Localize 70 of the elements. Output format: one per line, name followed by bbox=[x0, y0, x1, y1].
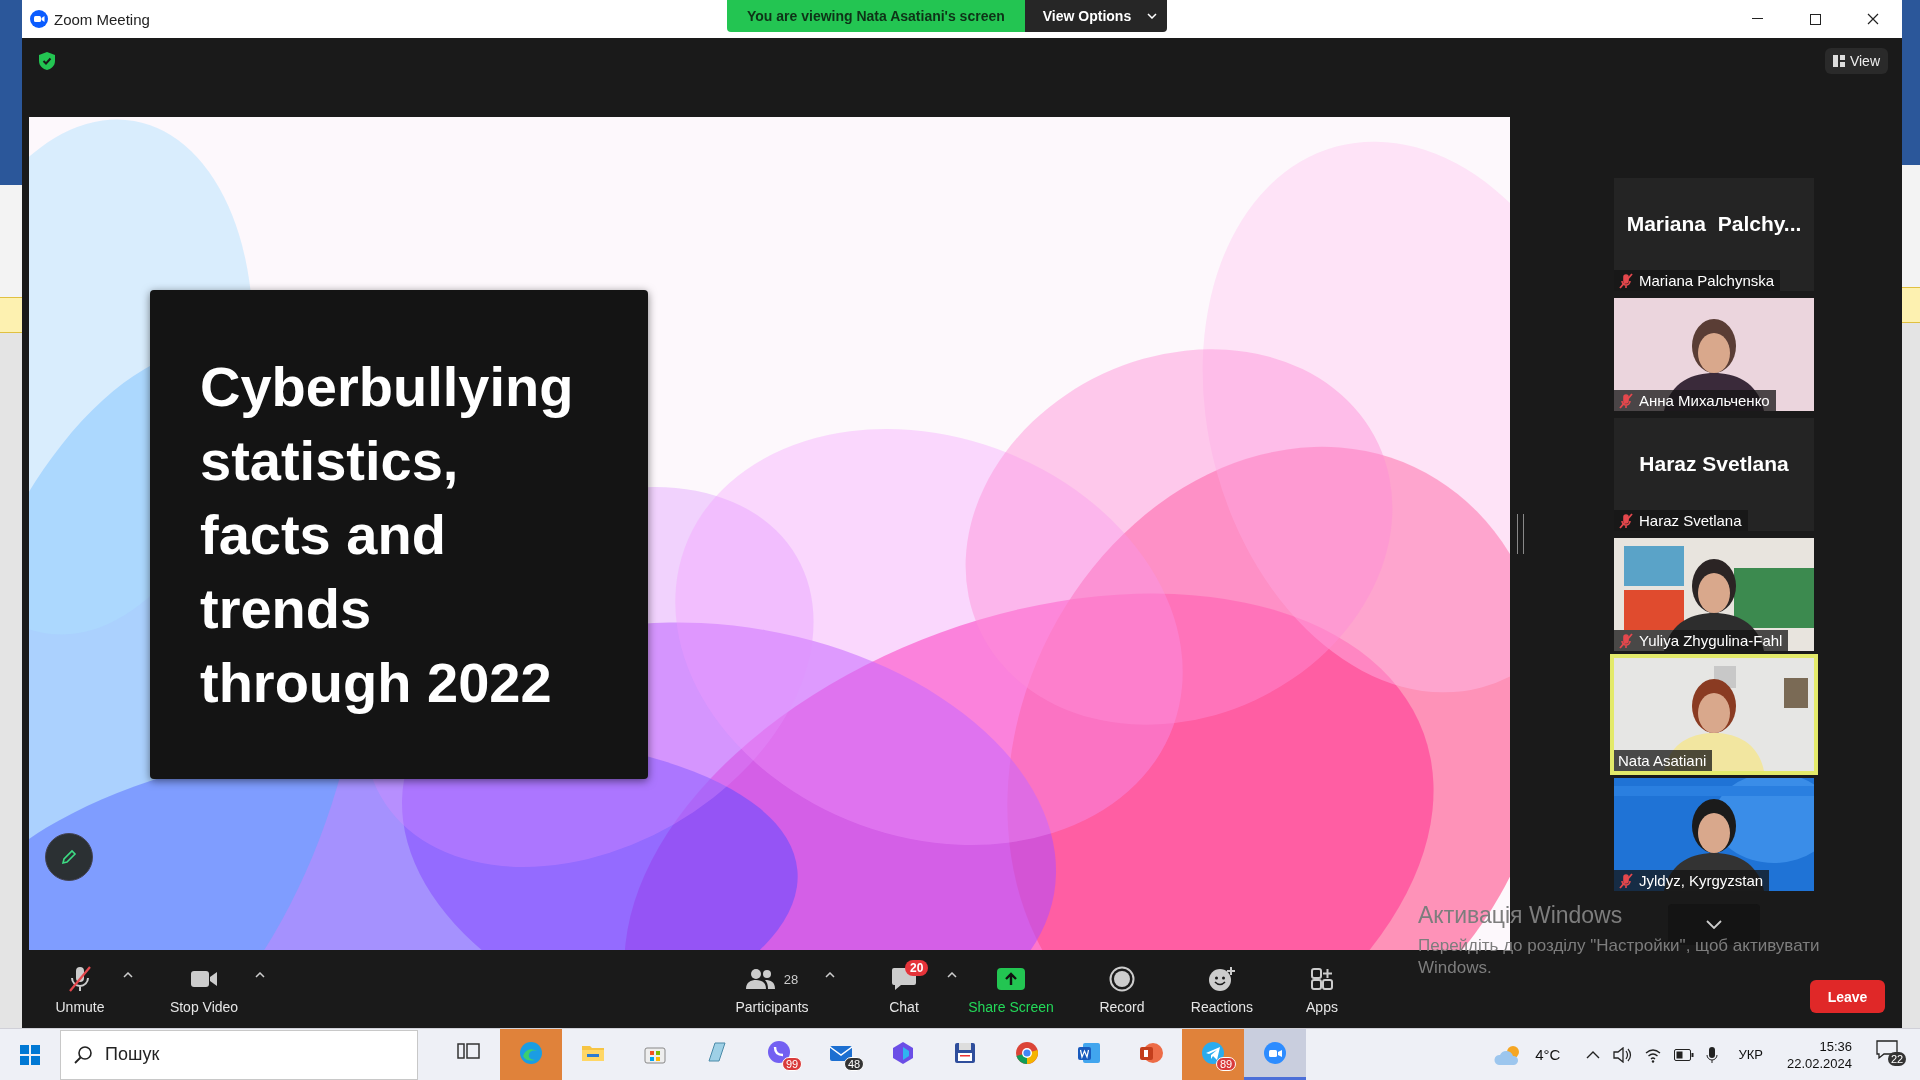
notifications-button[interactable]: 22 bbox=[1876, 1037, 1910, 1072]
screen-share-banner: You are viewing Nata Asatiani's screen bbox=[727, 0, 1025, 32]
app-logo-icon bbox=[30, 10, 48, 28]
view-button[interactable]: View bbox=[1824, 48, 1888, 74]
video-tile[interactable]: Mariana Palchy... Mariana Palchynska bbox=[1614, 178, 1814, 291]
share-screen-icon bbox=[997, 968, 1025, 990]
video-tile[interactable]: Haraz Svetlana Haraz Svetlana bbox=[1614, 418, 1814, 531]
toolbar-button[interactable]: Share Screen bbox=[956, 964, 1066, 1015]
caret-up-icon bbox=[947, 972, 957, 978]
swirl-icon bbox=[517, 1039, 545, 1067]
resize-handle[interactable] bbox=[1517, 513, 1524, 554]
caret-up-icon bbox=[825, 972, 835, 978]
participant-name: Yuliya Zhygulina-Fahl bbox=[1639, 632, 1783, 649]
search-icon bbox=[74, 1045, 92, 1064]
people-icon bbox=[745, 968, 776, 990]
toolbar-button[interactable]: 28 Participants bbox=[722, 964, 822, 1015]
toolbar-button[interactable]: Unmute bbox=[40, 964, 120, 1015]
smiley-icon bbox=[1208, 966, 1236, 992]
taskbar-button[interactable]: 48 bbox=[810, 1029, 872, 1080]
chevron-down-icon bbox=[1147, 13, 1158, 19]
grid-layout-icon bbox=[1832, 55, 1845, 67]
participant-count: 28 bbox=[783, 971, 799, 987]
participant-name: Mariana Palchynska bbox=[1639, 272, 1775, 289]
speaker-icon bbox=[1612, 1046, 1633, 1063]
taskbar-button[interactable] bbox=[1244, 1029, 1306, 1080]
battery-icon bbox=[1674, 1048, 1695, 1061]
video-camera-icon bbox=[190, 969, 218, 989]
view-options-button[interactable]: View Options bbox=[1024, 0, 1168, 32]
record-icon bbox=[1109, 966, 1135, 992]
toolbar-button[interactable]: Apps bbox=[1272, 964, 1372, 1015]
participant-name: Nata Asatiani bbox=[1618, 752, 1707, 769]
search-field[interactable]: Пошук bbox=[60, 1029, 418, 1080]
notification-badge: 48 bbox=[844, 1057, 865, 1071]
maximize-icon bbox=[1809, 13, 1821, 25]
participant-name: Haraz Svetlana bbox=[1639, 512, 1742, 529]
leave-button[interactable]: Leave bbox=[1810, 980, 1885, 1013]
video-camera-icon bbox=[1261, 1039, 1289, 1067]
caret-up-icon bbox=[123, 972, 133, 978]
notification-badge: 99 bbox=[782, 1057, 803, 1071]
temperature: 4°C bbox=[1535, 1046, 1561, 1063]
clock[interactable]: 15:36 22.02.2024 bbox=[1786, 1037, 1852, 1072]
round-app-icon bbox=[1013, 1039, 1041, 1067]
participant-name: Mariana Palchy... bbox=[1625, 212, 1803, 236]
apps-icon bbox=[1310, 967, 1334, 991]
taskbar-button[interactable]: 99 bbox=[748, 1029, 810, 1080]
toolbar-button[interactable]: Stop Video bbox=[156, 964, 252, 1015]
window-title: Zoom Meeting bbox=[54, 10, 150, 28]
four-squares-icon bbox=[20, 1044, 40, 1065]
taskbar-button[interactable]: 89 bbox=[1182, 1029, 1244, 1080]
participant-name: Jyldyz, Kyrgyzstan bbox=[1639, 872, 1764, 889]
microphone-icon bbox=[1706, 1045, 1719, 1064]
shield-icon[interactable] bbox=[39, 52, 55, 70]
participant-name: Haraz Svetlana bbox=[1638, 452, 1790, 476]
notification-badge: 89 bbox=[1216, 1057, 1237, 1071]
unread-badge: 20 bbox=[905, 960, 929, 976]
wifi-icon bbox=[1644, 1046, 1663, 1063]
video-tile[interactable]: Yuliya Zhygulina-Fahl bbox=[1614, 538, 1814, 651]
chevron-down-icon bbox=[1706, 920, 1722, 929]
chevron-up-icon bbox=[1586, 1050, 1601, 1059]
slide-title: Cyberbullying statistics, facts and trends through 2022 bbox=[200, 354, 574, 716]
caret-up-icon bbox=[255, 972, 265, 978]
toolbar-button[interactable]: Reactions bbox=[1172, 964, 1272, 1015]
video-tile[interactable]: Анна Михальченко bbox=[1614, 298, 1814, 411]
language-indicator[interactable]: УКР bbox=[1738, 1047, 1763, 1062]
pencil-icon bbox=[60, 848, 78, 866]
video-tile[interactable]: Jyldyz, Kyrgyzstan bbox=[1614, 778, 1814, 891]
participant-name: Анна Михальченко bbox=[1639, 392, 1770, 409]
toolbar-button[interactable]: Record bbox=[1072, 964, 1172, 1015]
close-icon bbox=[1867, 13, 1879, 25]
minimize-icon bbox=[1751, 18, 1763, 20]
